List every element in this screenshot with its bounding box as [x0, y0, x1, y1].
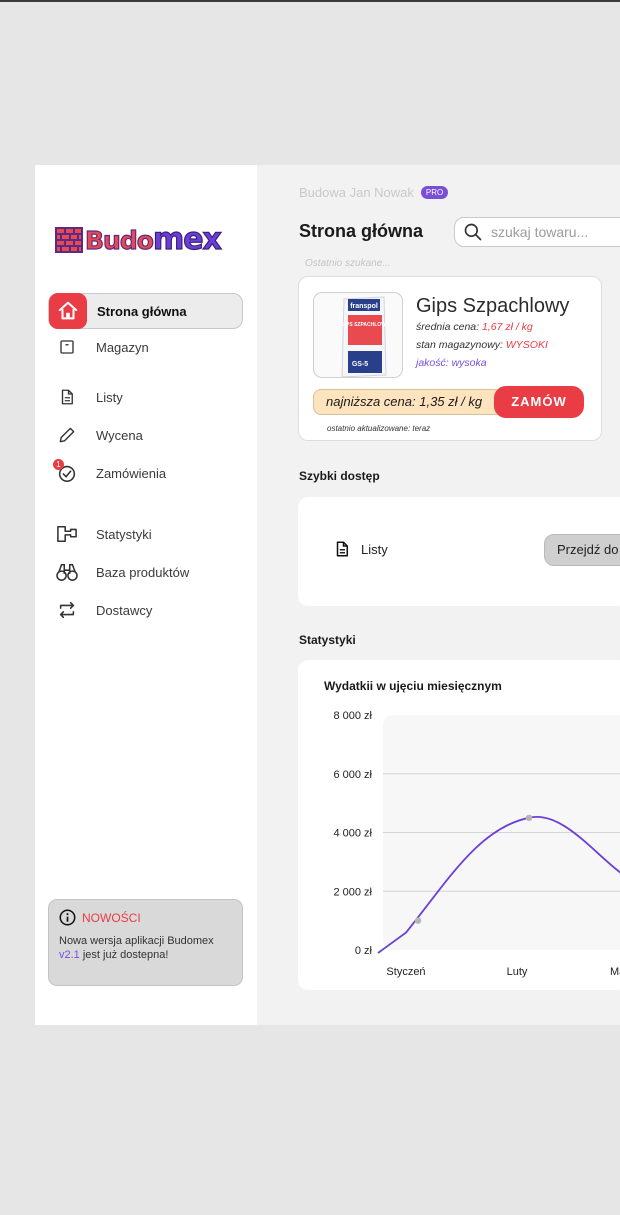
product-image: franspol GIPS SZPACHLOWY GS-5 [313, 292, 403, 378]
news-text: Nowa wersja aplikacji Budomex v2.1 jest … [59, 934, 232, 962]
search-input[interactable]: szukaj towaru... [454, 217, 620, 247]
window-top-border [0, 0, 620, 2]
y-tick-label: 2 000 zł [333, 886, 372, 898]
sidebar-item-dostawcy[interactable]: Dostawcy [48, 592, 243, 628]
brick-wall-icon [55, 227, 83, 253]
lowest-price: najniższa cena: 1,35 zł / kg [313, 389, 503, 415]
package-code: GS-5 [352, 361, 368, 368]
quick-access-title: Szybki dostęp [299, 469, 380, 483]
quick-access-item-listy[interactable]: Listy [333, 539, 388, 559]
sidebar-item-label: Wycena [96, 427, 143, 443]
y-tick-label: 6 000 zł [333, 769, 372, 781]
sidebar-item-label: Dostawcy [96, 602, 153, 618]
stats-icon [48, 516, 86, 552]
page-title: Strona główna [299, 221, 424, 241]
logo-text-budo: Budo [84, 225, 154, 255]
sidebar-item-label: Zamówienia [96, 465, 167, 481]
data-point [414, 917, 422, 924]
sidebar-item-label: Baza produktów [96, 564, 190, 580]
package-name: GIPS SZPACHLOWY [341, 322, 390, 328]
binoculars-icon [48, 554, 86, 590]
sidebar-item-zamowienia[interactable]: 1 Zamówienia [48, 455, 243, 491]
quick-access-item-label: Listy [361, 541, 388, 557]
info-icon [59, 909, 76, 926]
x-tick-label: Styczeń [386, 966, 425, 978]
sidebar-item-label: Listy [96, 389, 123, 405]
go-to-button[interactable]: Przejdź do [544, 534, 620, 566]
sidebar-item-listy[interactable]: Listy [48, 379, 243, 415]
x-tick-label: Luty [507, 966, 528, 978]
order-button[interactable]: ZAMÓW [494, 386, 584, 418]
sidebar-item-statystyki[interactable]: Statystyki [48, 516, 243, 552]
swap-icon [48, 592, 86, 628]
product-stock: stan magazynowy: WYSOKI [416, 339, 548, 351]
sidebar-item-wycena[interactable]: Wycena [48, 417, 243, 453]
pencil-icon [48, 417, 86, 453]
check-order-icon: 1 [48, 455, 86, 491]
quick-access-card: Listy Przejdź do [298, 497, 620, 606]
y-tick-label: 4 000 zł [333, 828, 372, 840]
home-icon [49, 293, 87, 329]
document-icon [48, 379, 86, 415]
sidebar-item-home[interactable]: Strona główna [48, 293, 243, 329]
sidebar: Budo mex Strona główna Magazyn Listy Wyc… [35, 165, 257, 1025]
news-text-part: jest już dostepna! [79, 949, 169, 961]
stats-title: Statystyki [299, 633, 356, 647]
last-updated: ostatnio aktualizowane: teraz [327, 424, 431, 433]
workspace-name: Budowa Jan Nowak [299, 185, 414, 200]
workspace-breadcrumb[interactable]: Budowa Jan Nowak PRO [299, 185, 449, 200]
document-icon [336, 541, 348, 557]
avg-price-label: średnia cena: [416, 321, 480, 333]
recent-product-card[interactable]: franspol GIPS SZPACHLOWY GS-5 Gips Szpac… [298, 276, 602, 441]
sidebar-item-label: Strona główna [97, 303, 187, 319]
sidebar-item-magazyn[interactable]: Magazyn [48, 329, 243, 365]
sidebar-item-label: Magazyn [96, 339, 149, 355]
news-title: NOWOŚCI [82, 910, 141, 925]
stock-label: stan magazynowy: [416, 339, 503, 351]
x-tick-label: Marzec [610, 966, 620, 978]
search-placeholder: szukaj towaru... [491, 224, 589, 240]
news-header: NOWOŚCI [59, 909, 232, 926]
y-tick-label: 8 000 zł [333, 710, 372, 722]
data-point [525, 814, 533, 822]
news-version-link[interactable]: v2.1 [59, 949, 80, 961]
search-icon [464, 223, 482, 241]
sidebar-item-label: Statystyki [96, 526, 152, 542]
product-avg-price: średnia cena: 1,67 zł / kg [416, 321, 533, 333]
product-name: Gips Szpachlowy [416, 295, 570, 317]
app-window: Budo mex Strona główna Magazyn Listy Wyc… [35, 165, 620, 1025]
box-icon [48, 329, 86, 365]
package-brand: franspol [350, 303, 378, 310]
main-content: Budowa Jan Nowak PRO Strona główna szuka… [257, 165, 620, 1025]
expenses-line-chart: 0 zł 2 000 zł 4 000 zł 6 000 zł 8 000 zł Styc… [333, 710, 620, 978]
budomex-logo[interactable]: Budo mex [55, 222, 223, 257]
recent-search-label: Ostatnio szukane... [305, 258, 391, 269]
plan-badge: PRO [420, 186, 449, 199]
product-quality: jakość: wysoka [416, 357, 487, 369]
stats-card: Wydatkii w ujęciu miesięcznym 0 zł 2 000 … [298, 660, 620, 990]
news-text-part: Nowa wersja aplikacji Budomex [59, 935, 214, 947]
notification-badge: 1 [53, 459, 64, 470]
stock-value: WYSOKI [505, 339, 548, 351]
avg-price-value: 1,67 zł / kg [481, 321, 533, 333]
sidebar-item-baza-produktow[interactable]: Baza produktów [48, 554, 243, 590]
logo-text-mex: mex [152, 222, 222, 257]
y-tick-label: 0 zł [355, 945, 373, 957]
news-panel[interactable]: NOWOŚCI Nowa wersja aplikacji Budomex v2… [48, 899, 243, 986]
